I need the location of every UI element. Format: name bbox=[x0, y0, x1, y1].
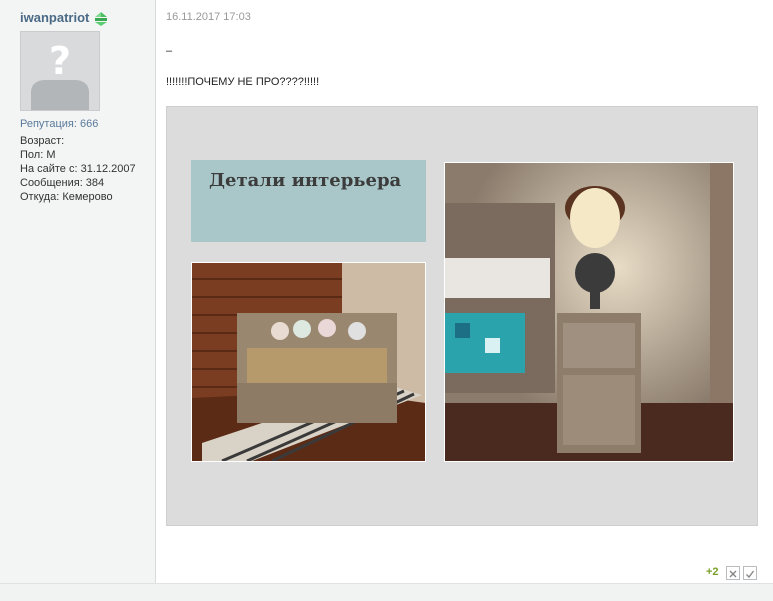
post-dash: – bbox=[166, 45, 173, 57]
author-username[interactable]: iwanpatriot bbox=[20, 10, 89, 25]
svg-text:?: ? bbox=[49, 39, 71, 83]
check-icon bbox=[746, 570, 755, 579]
post-image[interactable]: Детали интерьера bbox=[166, 106, 758, 526]
author-age: Возраст: bbox=[20, 135, 65, 147]
post-text: !!!!!!!ПОЧЕМУ НЕ ПРО????!!!!! bbox=[166, 76, 320, 88]
vote-count: +2 bbox=[706, 566, 719, 578]
cross-icon bbox=[729, 570, 737, 578]
sofa-bed-photo bbox=[191, 262, 426, 462]
author-message-count: Сообщения: 384 bbox=[20, 177, 105, 189]
avatar-placeholder-icon[interactable]: ? bbox=[20, 31, 100, 111]
author-reputation[interactable]: Репутация: 666 bbox=[20, 118, 98, 130]
image-banner: Детали интерьера bbox=[191, 160, 426, 242]
post-body: 16.11.2017 17:03 – !!!!!!!ПОЧЕМУ НЕ ПРО?… bbox=[156, 0, 773, 583]
bedside-lamp-photo bbox=[444, 162, 734, 462]
online-status-icon bbox=[95, 12, 107, 26]
image-banner-title: Детали интерьера bbox=[209, 170, 402, 191]
vote-up-button[interactable] bbox=[743, 566, 757, 580]
author-gender: Пол: М bbox=[20, 149, 56, 161]
author-registration-date: На сайте с: 31.12.2007 bbox=[20, 163, 136, 175]
author-location: Откуда: Кемерово bbox=[20, 191, 113, 203]
post-author-sidebar: iwanpatriot ? Репутация: 666 Возраст: По… bbox=[0, 0, 156, 583]
vote-down-button[interactable] bbox=[726, 566, 740, 580]
forum-post: iwanpatriot ? Репутация: 666 Возраст: По… bbox=[0, 0, 773, 601]
post-separator bbox=[0, 583, 773, 601]
post-date[interactable]: 16.11.2017 17:03 bbox=[166, 11, 251, 23]
